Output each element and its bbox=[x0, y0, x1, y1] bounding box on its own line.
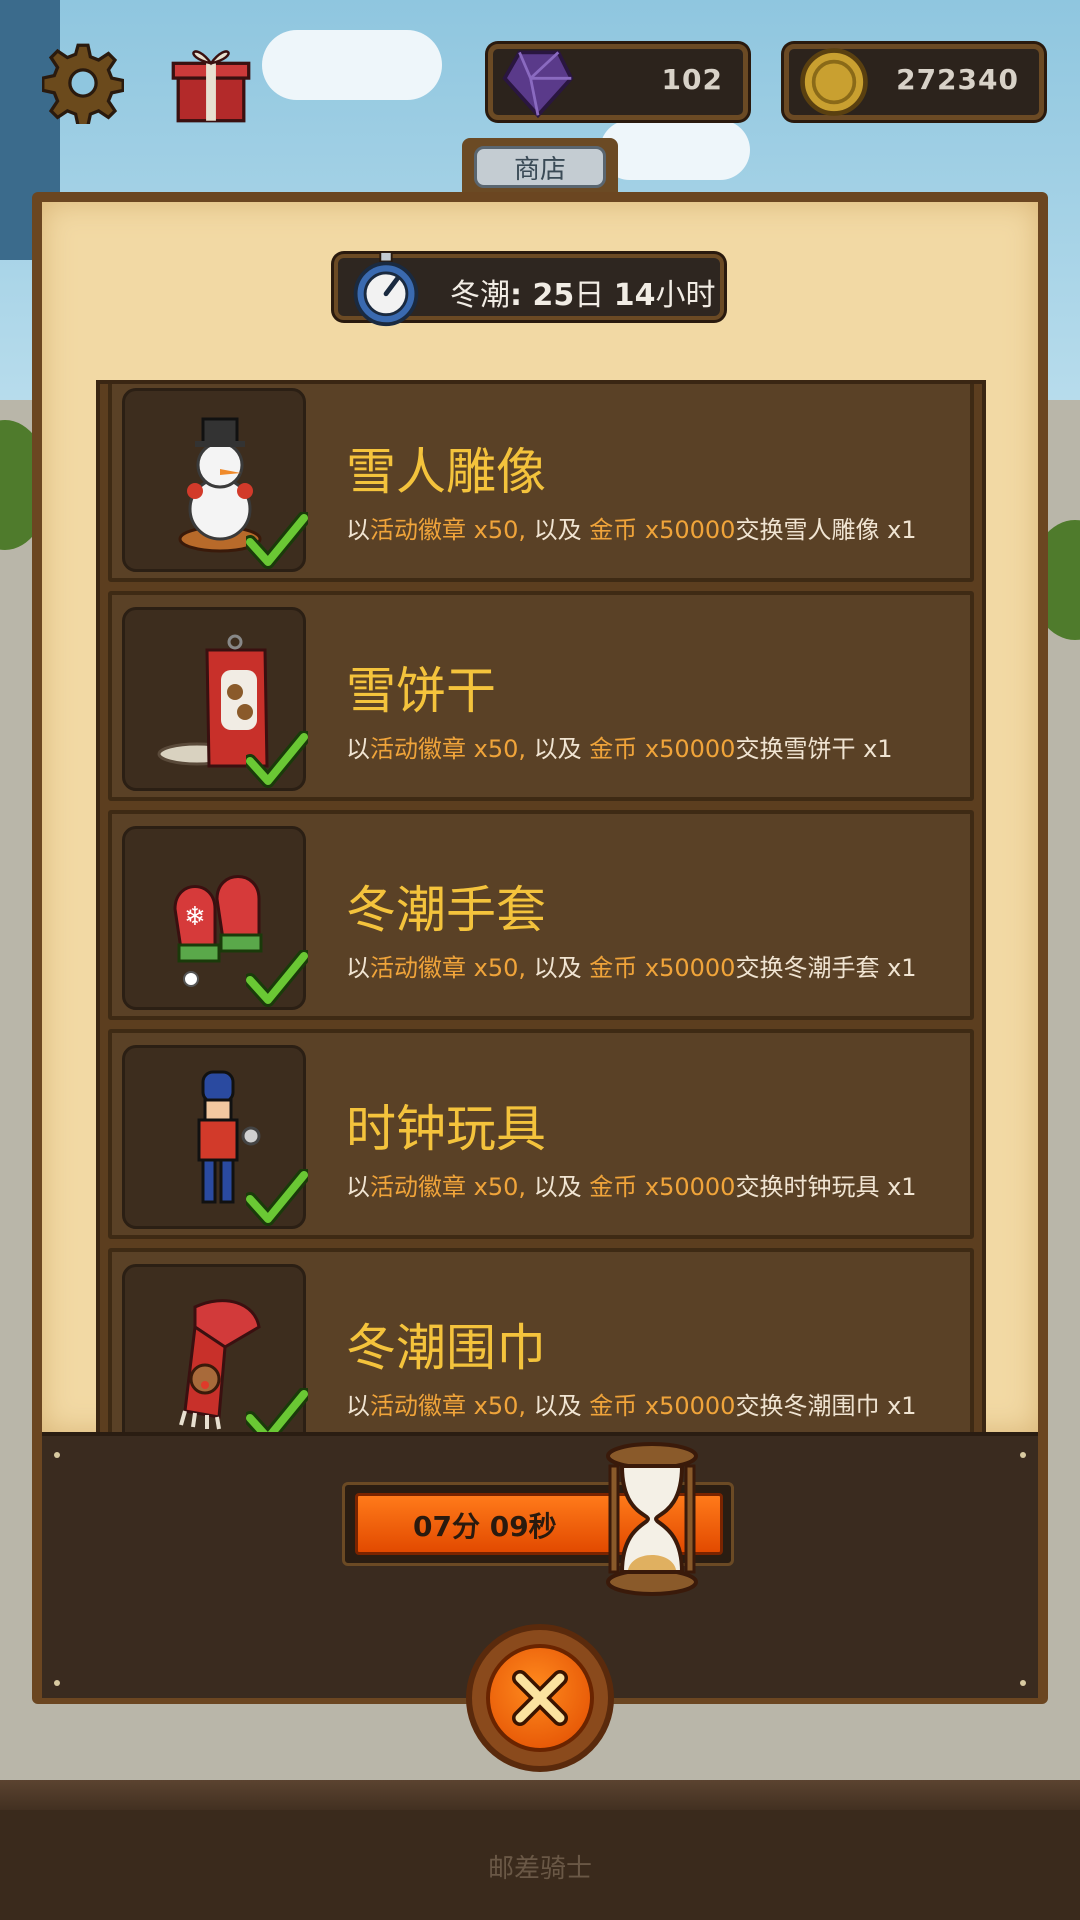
item-title: 雪饼干 bbox=[346, 662, 496, 720]
check-icon bbox=[246, 731, 308, 788]
item-description: 以活动徽章 x50, 以及 金币 x50000交换时钟玩具 x1 bbox=[346, 1173, 917, 1201]
footer-title: 邮差骑士 bbox=[487, 1854, 592, 1884]
gift-icon[interactable] bbox=[170, 40, 252, 126]
check-icon bbox=[246, 512, 308, 569]
cloud bbox=[600, 120, 750, 180]
close-icon bbox=[512, 1670, 568, 1726]
svg-text:❄: ❄ bbox=[184, 902, 206, 932]
item-title: 雪人雕像 bbox=[346, 443, 546, 501]
shop-item[interactable]: ❄ 冬潮手套 以活动徽章 x50, 以及 金币 x50000交换冬潮手套 x1 bbox=[108, 810, 974, 1020]
item-title: 冬潮围巾 bbox=[346, 1319, 546, 1377]
shop-item[interactable]: 雪饼干 以活动徽章 x50, 以及 金币 x50000交换雪饼干 x1 bbox=[108, 591, 974, 801]
stopwatch-icon bbox=[353, 252, 419, 327]
check-icon bbox=[246, 950, 308, 1007]
check-icon bbox=[246, 1169, 308, 1226]
cloud bbox=[262, 30, 442, 100]
shop-item[interactable]: 雪人雕像 以活动徽章 x50, 以及 金币 x50000交换雪人雕像 x1 bbox=[108, 384, 974, 582]
coin-counter[interactable]: 272340 bbox=[784, 44, 1044, 120]
coin-icon bbox=[800, 48, 868, 116]
item-description: 以活动徽章 x50, 以及 金币 x50000交换雪人雕像 x1 bbox=[346, 516, 917, 544]
rivet bbox=[54, 1452, 60, 1458]
shop-panel: 冬潮: 25日 14小时 雪人雕像 以活动徽章 x50, 以及 金币 x5000… bbox=[32, 192, 1048, 1704]
item-description: 以活动徽章 x50, 以及 金币 x50000交换雪饼干 x1 bbox=[346, 735, 893, 763]
shop-tab[interactable]: 商店 bbox=[462, 138, 618, 196]
item-title: 时钟玩具 bbox=[346, 1100, 546, 1158]
gem-icon bbox=[502, 50, 574, 119]
refresh-timer-text: 07分 09秒 bbox=[413, 1510, 557, 1543]
gem-counter[interactable]: 102 bbox=[488, 44, 748, 120]
shop-item[interactable]: 冬潮围巾 以活动徽章 x50, 以及 金币 x50000交换冬潮围巾 x1 bbox=[108, 1248, 974, 1436]
event-timer-text: 冬潮: 25日 14小时 bbox=[450, 278, 716, 313]
item-description: 以活动徽章 x50, 以及 金币 x50000交换冬潮围巾 x1 bbox=[346, 1392, 917, 1420]
gear-icon[interactable] bbox=[42, 42, 124, 124]
gem-count: 102 bbox=[661, 63, 723, 96]
item-list[interactable]: 雪人雕像 以活动徽章 x50, 以及 金币 x50000交换雪人雕像 x1 雪饼… bbox=[96, 380, 986, 1440]
shop-tab-label: 商店 bbox=[474, 146, 606, 188]
rivet bbox=[1020, 1680, 1026, 1686]
item-description: 以活动徽章 x50, 以及 金币 x50000交换冬潮手套 x1 bbox=[346, 954, 917, 982]
shop-item[interactable]: 时钟玩具 以活动徽章 x50, 以及 金币 x50000交换时钟玩具 x1 bbox=[108, 1029, 974, 1239]
rivet bbox=[54, 1680, 60, 1686]
hourglass-icon bbox=[606, 1442, 698, 1596]
rivet bbox=[1020, 1452, 1026, 1458]
item-title: 冬潮手套 bbox=[346, 881, 546, 939]
coin-count: 272340 bbox=[896, 63, 1019, 96]
close-button-face bbox=[486, 1644, 594, 1752]
close-button[interactable] bbox=[466, 1624, 614, 1772]
